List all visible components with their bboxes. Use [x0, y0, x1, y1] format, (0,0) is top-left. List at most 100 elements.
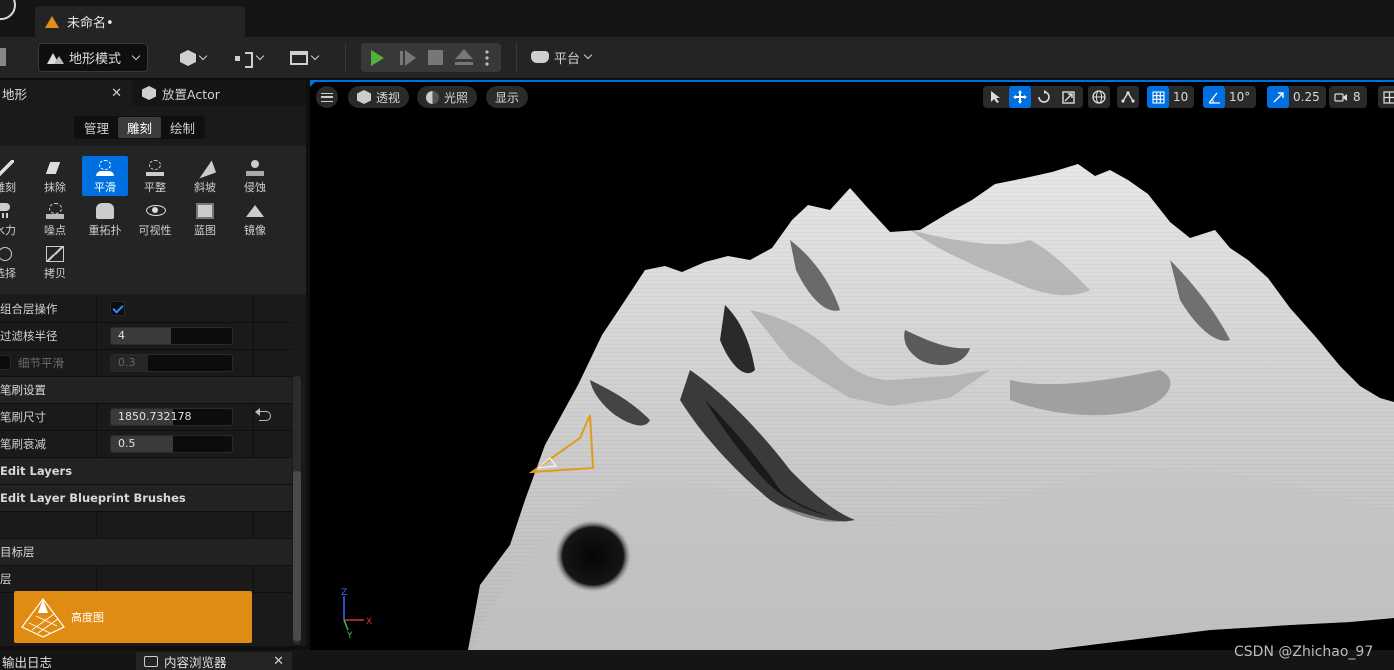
- tool-sculpt[interactable]: 雕刻: [0, 156, 28, 196]
- section-brush-settings[interactable]: 笔刷设置: [0, 377, 292, 404]
- tab-content-browser[interactable]: 内容浏览器 ✕: [136, 652, 292, 670]
- output-log-label: 输出日志: [2, 654, 53, 670]
- show-button[interactable]: 显示: [486, 86, 529, 108]
- mode-selector-button[interactable]: 地形模式: [38, 43, 148, 72]
- surface-snap-button[interactable]: [1117, 86, 1139, 108]
- rotate-mode-button[interactable]: [1033, 86, 1055, 108]
- scale-snap-button[interactable]: 0.25: [1267, 86, 1326, 108]
- blueprint-tool-icon: [196, 203, 214, 219]
- detail-smooth-input[interactable]: 0.3: [110, 354, 233, 372]
- more-options-icon[interactable]: [485, 49, 489, 67]
- stop-icon[interactable]: [428, 50, 443, 65]
- level-icon: [45, 15, 59, 28]
- tool-label: 平整: [144, 181, 166, 194]
- eye-icon: [146, 203, 166, 219]
- tab-landscape-label: 地形: [2, 86, 28, 102]
- save-icon[interactable]: [0, 48, 6, 66]
- scrollbar-thumb[interactable]: [293, 471, 301, 641]
- chevron-down-icon: [583, 50, 593, 60]
- heightmap-layer-label: 高度图: [71, 611, 104, 624]
- tool-flatten[interactable]: 平整: [132, 156, 178, 196]
- platform-button[interactable]: 平台: [531, 45, 593, 69]
- grid-snap-button[interactable]: 10: [1147, 86, 1195, 108]
- row-empty: [0, 512, 292, 539]
- layers-label: 层: [0, 572, 12, 586]
- viewport-menu-button[interactable]: [316, 86, 338, 108]
- play-controls: [361, 43, 501, 72]
- z-axis-label: Z: [341, 588, 347, 598]
- add-cube-icon: [180, 50, 196, 66]
- row-layers: 层: [0, 566, 292, 593]
- select-mode-button[interactable]: [985, 86, 1007, 108]
- tab-output-log[interactable]: 输出日志: [2, 652, 52, 670]
- add-content-button[interactable]: [180, 46, 208, 70]
- tool-ramp[interactable]: 斜坡: [182, 156, 228, 196]
- tool-label: 蓝图: [194, 224, 216, 237]
- tool-erosion[interactable]: 侵蚀: [232, 156, 278, 196]
- cinematics-button[interactable]: [290, 46, 320, 70]
- level-viewport[interactable]: 透视 光照 显示 10 10° 0.25 8 Z X Y: [310, 80, 1394, 650]
- tool-blueprint[interactable]: 蓝图: [182, 199, 228, 239]
- tool-label: 侵蚀: [244, 181, 266, 194]
- blueprint-button[interactable]: [235, 46, 265, 70]
- place-actor-icon: [142, 86, 156, 100]
- world-local-button[interactable]: [1088, 86, 1110, 108]
- detail-smooth-toggle[interactable]: [0, 355, 11, 370]
- scale-mode-button[interactable]: [1057, 86, 1079, 108]
- unreal-logo-icon[interactable]: [0, 0, 16, 20]
- tool-select[interactable]: 选择: [0, 242, 28, 282]
- copy-icon: [46, 246, 64, 262]
- document-tab[interactable]: 未命名•: [35, 6, 245, 37]
- detail-smooth-cell: 0.3: [96, 350, 252, 376]
- perspective-cube-icon: [357, 90, 371, 104]
- close-icon[interactable]: ✕: [273, 654, 284, 669]
- panel-scrollbar[interactable]: [293, 376, 301, 644]
- subtab-manage[interactable]: 管理: [75, 117, 118, 138]
- filter-radius-input[interactable]: 4: [110, 327, 233, 345]
- row-extra: [253, 323, 292, 349]
- tool-noise[interactable]: 噪点: [32, 199, 78, 239]
- row-brush-falloff: 笔刷衰减 0.5: [0, 431, 292, 458]
- lighting-button[interactable]: 光照: [417, 86, 478, 108]
- reset-to-default-icon[interactable]: [255, 408, 271, 421]
- landscape-mesh[interactable]: [310, 80, 1394, 650]
- rotation-snap-button[interactable]: 10°: [1203, 86, 1257, 108]
- tab-place-actor[interactable]: 放置Actor: [140, 80, 220, 106]
- noise-icon: [46, 203, 64, 219]
- grid-icon: [1147, 86, 1169, 108]
- heightmap-layer-card[interactable]: 高度图: [14, 591, 252, 643]
- perspective-button[interactable]: 透视: [348, 86, 410, 108]
- tool-retopologize[interactable]: 重拓扑: [82, 199, 128, 239]
- tool-copy[interactable]: 拷贝: [32, 242, 78, 282]
- close-icon[interactable]: ✕: [111, 86, 122, 101]
- brush-size-input[interactable]: 1850.732178: [110, 408, 233, 426]
- row-detail-smooth: 细节平滑 0.3: [0, 350, 292, 377]
- title-bar: 未命名•: [0, 0, 1394, 37]
- watermark-text: CSDN @Zhichao_97: [1234, 644, 1374, 660]
- tool-hydro[interactable]: 水力: [0, 199, 28, 239]
- retopologize-icon: [96, 203, 114, 219]
- section-edit-layer-bp-brushes[interactable]: Edit Layer Blueprint Brushes: [0, 485, 292, 512]
- camera-speed-button[interactable]: 8: [1329, 86, 1367, 108]
- tool-mirror[interactable]: 镜像: [232, 199, 278, 239]
- tab-landscape[interactable]: 地形 ✕: [0, 80, 132, 106]
- ramp-icon: [194, 157, 216, 178]
- rotate-icon: [1038, 90, 1050, 103]
- combine-layers-checkbox[interactable]: [110, 301, 125, 316]
- play-icon[interactable]: [371, 50, 384, 66]
- brush-falloff-input[interactable]: 0.5: [110, 435, 233, 453]
- brush-falloff-label: 笔刷衰减: [0, 437, 46, 451]
- cursor-icon: [991, 91, 1000, 103]
- eject-icon[interactable]: [455, 49, 473, 66]
- viewport-layout-button[interactable]: [1378, 86, 1394, 108]
- section-target-layers[interactable]: 目标层: [0, 539, 292, 566]
- section-edit-layers[interactable]: Edit Layers: [0, 458, 292, 485]
- layout-grid-icon: [1382, 90, 1394, 104]
- subtab-paint[interactable]: 绘制: [161, 117, 204, 138]
- subtab-sculpt[interactable]: 雕刻: [118, 117, 161, 138]
- tool-smooth[interactable]: 平滑: [82, 156, 128, 196]
- tool-erase[interactable]: 抹除: [32, 156, 78, 196]
- translate-mode-button[interactable]: [1009, 86, 1031, 108]
- tool-visibility[interactable]: 可视性: [132, 199, 178, 239]
- advance-frame-icon[interactable]: [400, 50, 416, 66]
